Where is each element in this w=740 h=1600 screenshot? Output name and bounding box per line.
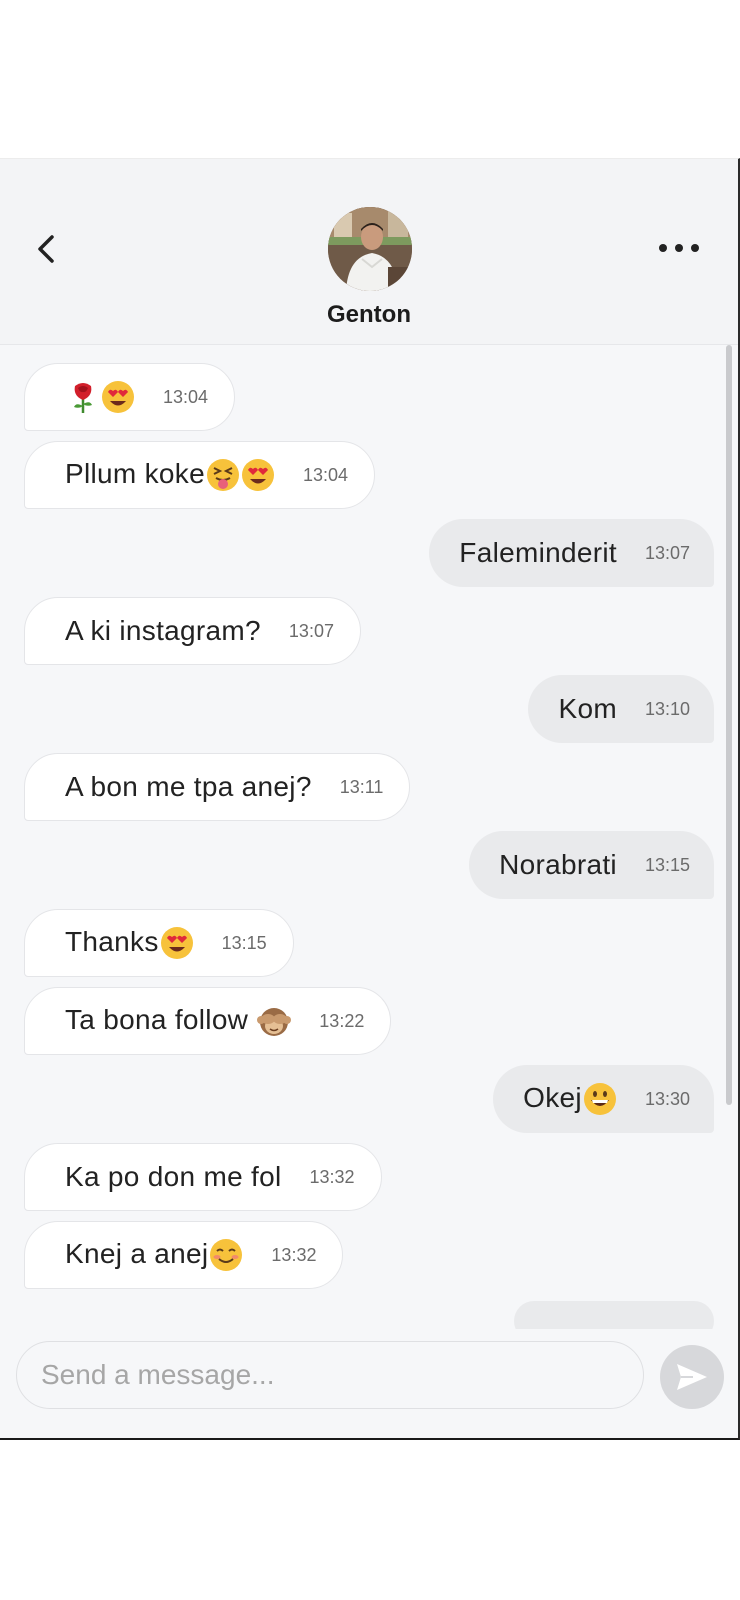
chat-header: Genton <box>0 159 738 345</box>
message-time: 13:04 <box>163 386 209 407</box>
grinning-emoji-icon <box>583 1083 616 1116</box>
message-time: 13:04 <box>302 464 348 485</box>
message-time: 13:07 <box>644 542 690 563</box>
heart-eyes-emoji-icon <box>160 927 193 960</box>
message-time: 13:32 <box>309 1166 355 1187</box>
message-text: Ka po don me fol <box>65 1161 282 1192</box>
message-text: A ki instagram? <box>65 615 261 646</box>
message-bubble-outgoing[interactable]: Kom 13:10 <box>528 675 714 743</box>
scrollbar[interactable] <box>726 345 732 1105</box>
see-no-evil-monkey-emoji-icon <box>257 1008 292 1037</box>
chat-screen: Genton 13:04 Pllum koke 13:04 Faleminder… <box>0 158 740 1440</box>
rose-emoji-icon <box>74 383 92 414</box>
message-text <box>65 380 135 415</box>
heart-eyes-emoji-icon <box>102 381 134 414</box>
message-text: Thanks <box>65 926 194 961</box>
message-bubble-incoming[interactable]: A ki instagram? 13:07 <box>24 597 361 665</box>
send-button[interactable] <box>660 1345 724 1409</box>
avatar-photo <box>328 207 412 291</box>
chevron-left-icon <box>38 235 54 263</box>
back-button[interactable] <box>28 229 68 269</box>
message-text: Pllum koke <box>65 458 275 493</box>
message-composer <box>0 1329 738 1438</box>
message-text: Ta bona follow <box>65 1004 292 1039</box>
message-text: Kom <box>558 693 617 724</box>
message-time: 13:22 <box>319 1010 365 1031</box>
message-list[interactable]: 13:04 Pllum koke 13:04 Faleminderit 13:0… <box>0 345 738 1345</box>
message-time: 13:15 <box>221 932 267 953</box>
smiling-blush-emoji-icon <box>210 1239 243 1272</box>
message-bubble-incoming[interactable]: 13:04 <box>24 363 236 431</box>
message-text: A bon me tpa anej? <box>65 771 312 802</box>
message-text: Norabrati <box>499 849 617 880</box>
more-dots-icon <box>659 244 699 252</box>
message-time: 13:30 <box>644 1088 690 1109</box>
message-text: Okej <box>523 1082 617 1117</box>
message-bubble-incoming[interactable]: Pllum koke 13:04 <box>24 441 375 509</box>
message-time: 13:10 <box>644 698 690 719</box>
message-bubble-outgoing[interactable]: Okej 13:30 <box>493 1065 714 1133</box>
message-bubble-outgoing[interactable]: Norabrati 13:15 <box>469 831 714 899</box>
message-time: 13:32 <box>271 1244 317 1265</box>
send-icon <box>677 1364 707 1390</box>
heart-eyes-emoji-icon <box>241 459 274 492</box>
message-bubble-outgoing[interactable]: Faleminderit 13:07 <box>429 519 714 587</box>
message-text: Faleminderit <box>459 537 617 568</box>
squint-tongue-emoji-icon <box>206 459 239 492</box>
message-text: Knej a anej <box>65 1238 243 1273</box>
message-bubble-incoming[interactable]: Ta bona follow 13:22 <box>24 987 392 1055</box>
message-input[interactable] <box>16 1341 644 1409</box>
message-time: 13:07 <box>288 620 334 641</box>
message-bubble-incoming[interactable]: Ka po don me fol 13:32 <box>24 1143 382 1211</box>
message-time: 13:15 <box>644 854 690 875</box>
contact-name[interactable]: Genton <box>0 301 738 329</box>
message-bubble-incoming[interactable]: Thanks 13:15 <box>24 909 294 977</box>
message-bubble-incoming[interactable]: Knej a anej 13:32 <box>24 1221 344 1289</box>
message-time: 13:11 <box>339 776 384 797</box>
more-options-button[interactable] <box>655 233 705 263</box>
contact-avatar[interactable] <box>328 207 412 291</box>
message-bubble-incoming[interactable]: A bon me tpa anej? 13:11 <box>24 753 411 821</box>
